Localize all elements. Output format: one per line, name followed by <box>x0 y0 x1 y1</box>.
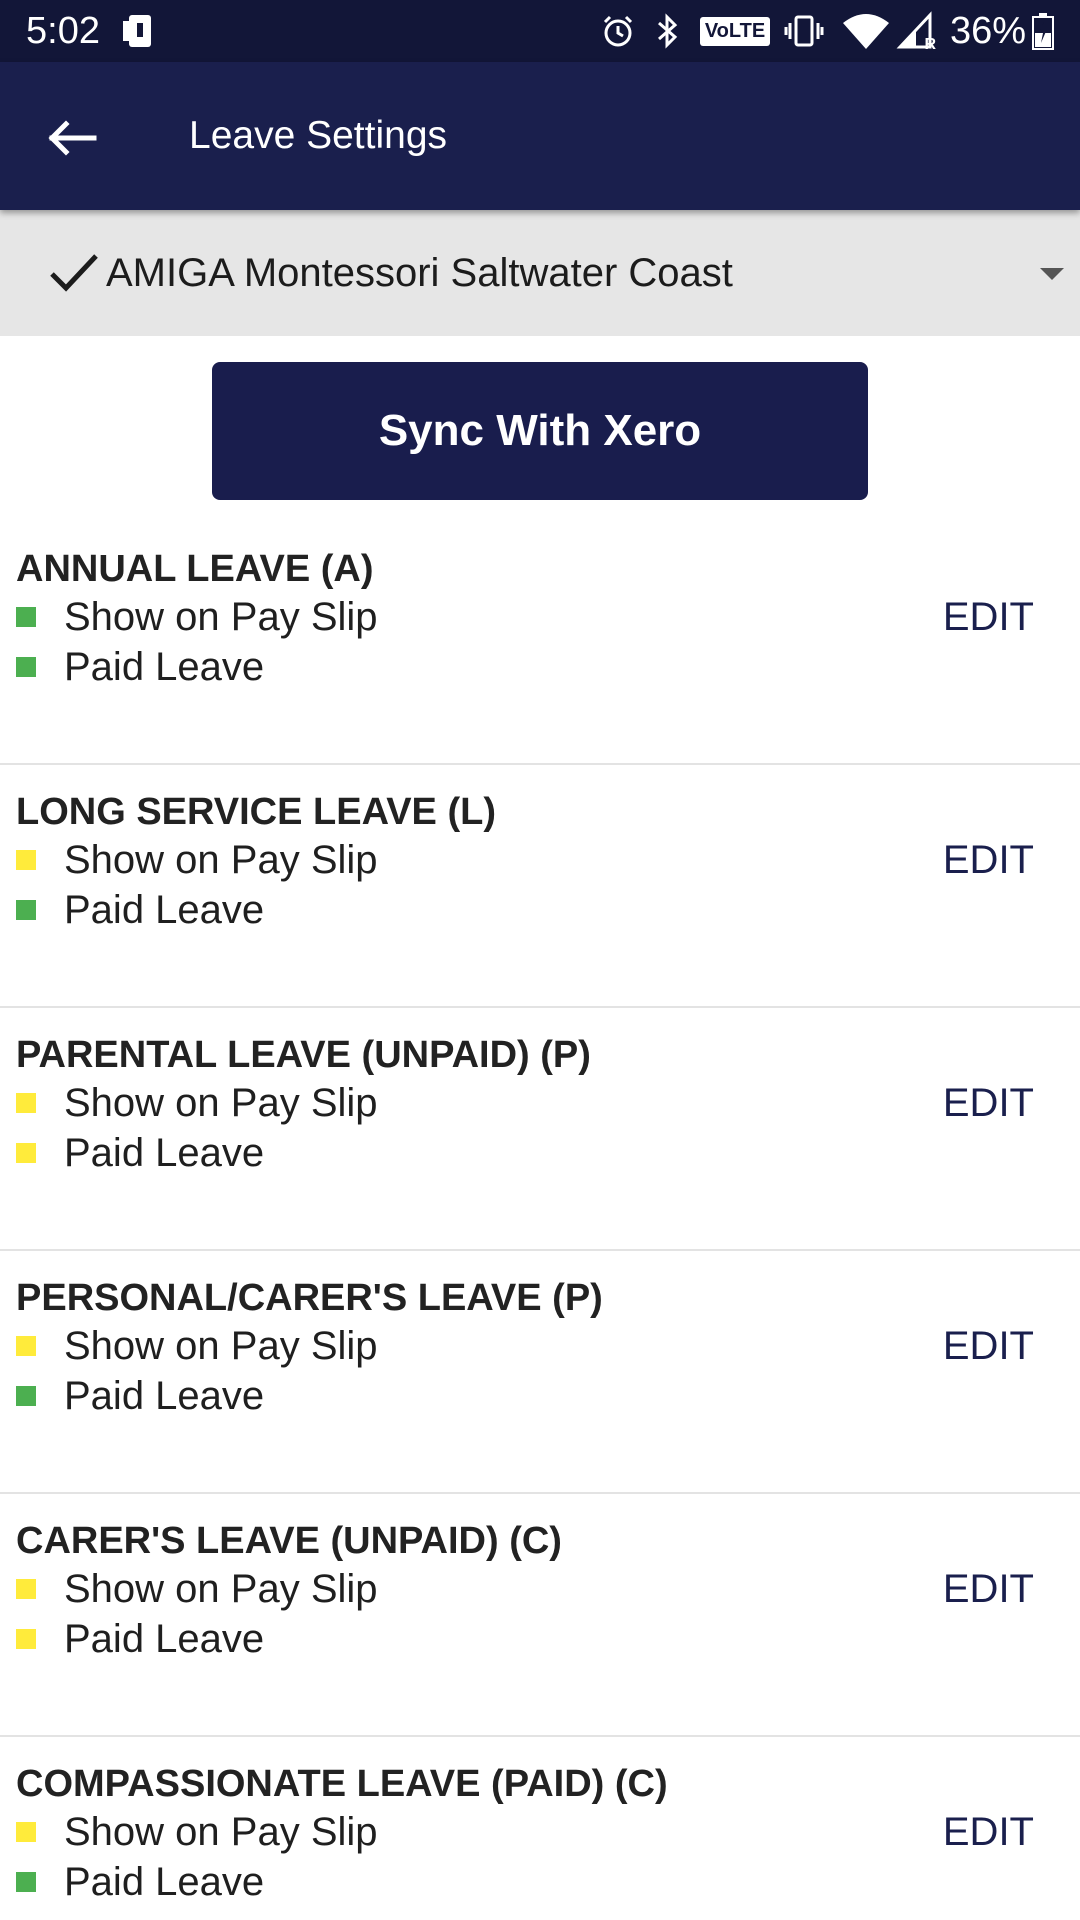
show-on-pay-slip-row: Show on Pay Slip <box>16 835 378 885</box>
show-on-pay-slip-label: Show on Pay Slip <box>64 1810 378 1854</box>
show-on-pay-slip-row: Show on Pay Slip <box>16 1321 378 1371</box>
show-on-pay-slip-row: Show on Pay Slip <box>16 1564 378 1614</box>
edit-button[interactable]: EDIT <box>943 1078 1034 1128</box>
selected-organization: AMIGA Montessori Saltwater Coast <box>106 251 733 295</box>
status-indicator <box>16 1579 36 1599</box>
status-indicator <box>16 1822 36 1842</box>
paid-leave-label: Paid Leave <box>64 888 265 932</box>
paid-leave-label: Paid Leave <box>64 1131 265 1175</box>
battery-percentage: 36% <box>950 10 1027 52</box>
leave-item: ANNUAL LEAVE (A) Show on Pay Slip Paid L… <box>0 522 1080 765</box>
leave-settings-screen: 5:02 VoLTE R 36% Leave Settings AMIGA Mo… <box>0 0 1080 1920</box>
status-indicator <box>16 900 36 920</box>
back-button[interactable] <box>30 96 114 180</box>
show-on-pay-slip-row: Show on Pay Slip <box>16 1807 378 1857</box>
alarm-icon <box>598 0 638 62</box>
leave-item: PERSONAL/CARER'S LEAVE (P) Show on Pay S… <box>0 1251 1080 1494</box>
paid-leave-row: Paid Leave <box>16 1371 264 1421</box>
paid-leave-row: Paid Leave <box>16 1614 264 1664</box>
show-on-pay-slip-label: Show on Pay Slip <box>64 1324 378 1368</box>
leave-item: LONG SERVICE LEAVE (L) Show on Pay Slip … <box>0 765 1080 1008</box>
status-indicator <box>16 1143 36 1163</box>
paid-leave-row: Paid Leave <box>16 642 264 692</box>
paid-leave-label: Paid Leave <box>64 1617 265 1661</box>
paid-leave-row: Paid Leave <box>16 1128 264 1178</box>
show-on-pay-slip-label: Show on Pay Slip <box>64 1567 378 1611</box>
paid-leave-label: Paid Leave <box>64 645 265 689</box>
paid-leave-row: Paid Leave <box>16 1857 264 1907</box>
status-bar: 5:02 VoLTE R 36% <box>0 0 1080 62</box>
leave-item: CARER'S LEAVE (UNPAID) (C) Show on Pay S… <box>0 1494 1080 1737</box>
organization-dropdown[interactable]: AMIGA Montessori Saltwater Coast <box>0 210 1080 336</box>
leave-title: PERSONAL/CARER'S LEAVE (P) <box>16 1277 603 1319</box>
device-info-icon <box>116 0 162 62</box>
app-bar: Leave Settings <box>0 62 1080 210</box>
status-indicator <box>16 1872 36 1892</box>
sync-with-xero-button[interactable]: Sync With Xero <box>212 362 868 500</box>
bluetooth-icon <box>650 0 684 62</box>
vibrate-icon <box>782 0 826 62</box>
show-on-pay-slip-row: Show on Pay Slip <box>16 1078 378 1128</box>
show-on-pay-slip-label: Show on Pay Slip <box>64 595 378 639</box>
wifi-icon <box>838 0 894 62</box>
paid-leave-label: Paid Leave <box>64 1374 265 1418</box>
leave-item: COMPASSIONATE LEAVE (PAID) (C) Show on P… <box>0 1737 1080 1920</box>
paid-leave-label: Paid Leave <box>64 1860 265 1904</box>
edit-button[interactable]: EDIT <box>943 835 1034 885</box>
status-indicator <box>16 1093 36 1113</box>
status-indicator <box>16 607 36 627</box>
status-indicator <box>16 657 36 677</box>
leave-title: CARER'S LEAVE (UNPAID) (C) <box>16 1520 562 1562</box>
leave-title: ANNUAL LEAVE (A) <box>16 548 374 590</box>
signal-icon: R <box>896 0 936 62</box>
leave-title: PARENTAL LEAVE (UNPAID) (P) <box>16 1034 591 1076</box>
edit-button[interactable]: EDIT <box>943 1564 1034 1614</box>
status-indicator <box>16 1386 36 1406</box>
leave-types-list: ANNUAL LEAVE (A) Show on Pay Slip Paid L… <box>0 522 1080 1920</box>
paid-leave-row: Paid Leave <box>16 885 264 935</box>
battery-icon <box>1028 0 1058 62</box>
edit-button[interactable]: EDIT <box>943 1321 1034 1371</box>
show-on-pay-slip-row: Show on Pay Slip <box>16 592 378 642</box>
arrow-back-icon <box>48 120 97 156</box>
caret-down-icon <box>1040 268 1064 280</box>
edit-button[interactable]: EDIT <box>943 1807 1034 1857</box>
status-indicator <box>16 850 36 870</box>
show-on-pay-slip-label: Show on Pay Slip <box>64 1081 378 1125</box>
leave-item: PARENTAL LEAVE (UNPAID) (P) Show on Pay … <box>0 1008 1080 1251</box>
status-indicator <box>16 1336 36 1356</box>
status-indicator <box>16 1629 36 1649</box>
status-time: 5:02 <box>26 10 100 52</box>
edit-button[interactable]: EDIT <box>943 592 1034 642</box>
check-icon <box>50 254 98 292</box>
leave-title: COMPASSIONATE LEAVE (PAID) (C) <box>16 1763 668 1805</box>
page-title: Leave Settings <box>189 114 448 157</box>
leave-title: LONG SERVICE LEAVE (L) <box>16 791 496 833</box>
volte-icon: VoLTE <box>699 0 771 62</box>
show-on-pay-slip-label: Show on Pay Slip <box>64 838 378 882</box>
